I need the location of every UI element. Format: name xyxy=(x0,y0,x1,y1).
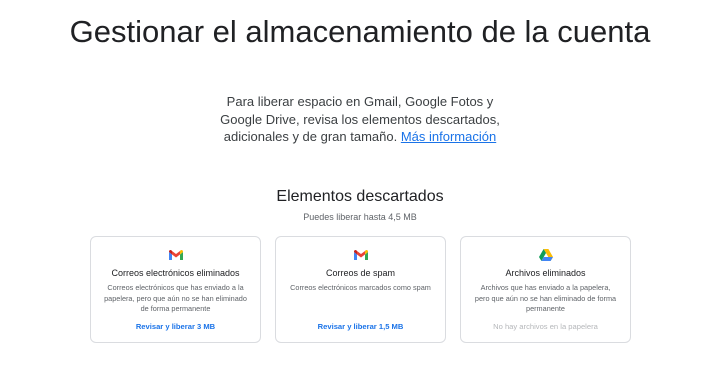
card-description: Correos electrónicos que has enviado a l… xyxy=(104,283,247,314)
review-deleted-emails-button[interactable]: Revisar y liberar 3 MB xyxy=(95,322,256,332)
page-title: Gestionar el almacenamiento de la cuenta xyxy=(69,14,651,49)
learn-more-link[interactable]: Más información xyxy=(401,129,496,144)
section-subtitle: Puedes liberar hasta 4,5 MB xyxy=(303,212,417,222)
card-spam-emails: Correos de spam Correos electrónicos mar… xyxy=(275,236,446,343)
gmail-icon xyxy=(168,250,183,261)
gmail-icon xyxy=(353,250,368,261)
storage-management-page: Gestionar el almacenamiento de la cuenta… xyxy=(0,0,720,365)
card-description: Archivos que has enviado a la papelera, … xyxy=(474,283,617,314)
intro-text: Para liberar espacio en Gmail, Google Fo… xyxy=(220,93,500,146)
card-title: Correos electrónicos eliminados xyxy=(111,268,240,278)
card-deleted-files: Archivos eliminados Archivos que has env… xyxy=(460,236,631,343)
card-title: Archivos eliminados xyxy=(505,268,586,278)
card-title: Correos de spam xyxy=(325,268,396,278)
card-deleted-emails: Correos electrónicos eliminados Correos … xyxy=(90,236,261,343)
section-title: Elementos descartados xyxy=(276,188,444,205)
card-description: Correos electrónicos marcados como spam xyxy=(290,283,431,292)
google-drive-icon xyxy=(538,249,553,261)
review-spam-button[interactable]: Revisar y liberar 1,5 MB xyxy=(280,322,441,332)
no-files-status: No hay archivos en la papelera xyxy=(493,322,598,331)
